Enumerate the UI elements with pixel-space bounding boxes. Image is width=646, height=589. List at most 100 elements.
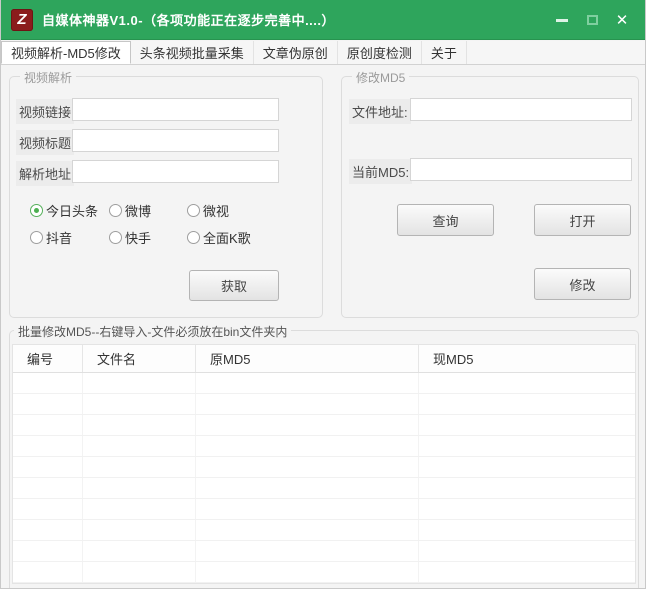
table-cell xyxy=(83,436,196,456)
table-cell xyxy=(419,436,635,456)
video-title-input[interactable] xyxy=(72,129,279,152)
table-cell xyxy=(419,457,635,477)
tab-article-pseudo-original[interactable]: 文章伪原创 xyxy=(254,41,338,64)
get-button[interactable]: 获取 xyxy=(189,270,279,301)
table-cell xyxy=(196,415,419,435)
table-cell xyxy=(83,415,196,435)
app-logo-icon: Z xyxy=(11,8,33,31)
table-cell xyxy=(196,541,419,561)
table-cell xyxy=(13,541,83,561)
table-cell xyxy=(13,436,83,456)
table-cell xyxy=(196,562,419,582)
video-parse-group-title: 视频解析 xyxy=(20,69,77,86)
app-logo-glyph: Z xyxy=(17,11,27,28)
table-cell xyxy=(83,457,196,477)
table-row[interactable] xyxy=(13,562,635,583)
radio-dot-icon xyxy=(30,231,43,244)
md5-table-header: 编号 文件名 原MD5 现MD5 xyxy=(13,345,635,373)
titlebar: Z 自媒体神器V1.0-（各项功能正在逐步完善中....） ✕ xyxy=(1,0,645,40)
table-cell xyxy=(13,415,83,435)
table-cell xyxy=(419,478,635,498)
table-row[interactable] xyxy=(13,436,635,457)
table-cell xyxy=(83,562,196,582)
table-row[interactable] xyxy=(13,373,635,394)
app-window: Z 自媒体神器V1.0-（各项功能正在逐步完善中....） ✕ 视频解析-MD5… xyxy=(0,0,646,589)
radio-weishi-label: 微视 xyxy=(203,204,230,219)
table-cell xyxy=(419,562,635,582)
minimize-button[interactable] xyxy=(547,7,577,33)
table-cell xyxy=(83,499,196,519)
column-header-filename[interactable]: 文件名 xyxy=(83,345,196,372)
video-title-label: 视频标题 xyxy=(16,130,75,155)
table-cell xyxy=(196,520,419,540)
table-cell xyxy=(419,373,635,393)
table-cell xyxy=(196,436,419,456)
md5-table-body[interactable] xyxy=(13,373,635,583)
parse-address-input[interactable] xyxy=(72,160,279,183)
table-cell xyxy=(419,499,635,519)
file-address-label: 文件地址: xyxy=(349,99,411,124)
radio-weibo-label: 微博 xyxy=(125,204,152,219)
table-cell xyxy=(419,520,635,540)
table-cell xyxy=(419,541,635,561)
tab-toutiao-batch-collect[interactable]: 头条视频批量采集 xyxy=(131,41,254,64)
table-cell xyxy=(196,394,419,414)
modify-md5-group-title: 修改MD5 xyxy=(352,69,410,86)
radio-kuaishou-label: 快手 xyxy=(125,231,152,246)
video-link-label: 视频链接 xyxy=(16,99,75,124)
table-cell xyxy=(13,520,83,540)
modify-button[interactable]: 修改 xyxy=(534,268,631,300)
table-cell xyxy=(83,373,196,393)
table-row[interactable] xyxy=(13,499,635,520)
column-header-original-md5[interactable]: 原MD5 xyxy=(196,345,419,372)
column-header-current-md5[interactable]: 现MD5 xyxy=(419,345,635,372)
tab-strip: 视频解析-MD5修改 头条视频批量采集 文章伪原创 原创度检测 关于 xyxy=(1,41,645,65)
table-cell xyxy=(83,520,196,540)
table-cell xyxy=(13,499,83,519)
table-cell xyxy=(196,373,419,393)
radio-dot-icon xyxy=(109,204,122,217)
video-link-input[interactable] xyxy=(72,98,279,121)
table-cell xyxy=(83,478,196,498)
close-button[interactable]: ✕ xyxy=(607,7,637,33)
table-row[interactable] xyxy=(13,541,635,562)
batch-md5-group-title: 批量修改MD5--右键导入-文件必须放在bin文件夹内 xyxy=(14,323,292,340)
batch-md5-groupbox: 批量修改MD5--右键导入-文件必须放在bin文件夹内 编号 文件名 原MD5 … xyxy=(9,323,639,588)
table-cell xyxy=(13,394,83,414)
table-row[interactable] xyxy=(13,520,635,541)
radio-weibo[interactable]: 微博 xyxy=(109,201,151,220)
current-md5-label: 当前MD5: xyxy=(349,159,413,184)
radio-dot-icon xyxy=(30,204,43,217)
radio-toutiao[interactable]: 今日头条 xyxy=(30,201,98,220)
radio-quanmin-kge-label: 全面K歌 xyxy=(203,231,251,246)
table-cell xyxy=(196,499,419,519)
tab-originality-check[interactable]: 原创度检测 xyxy=(338,41,422,64)
file-address-input[interactable] xyxy=(410,98,632,121)
radio-weishi[interactable]: 微视 xyxy=(187,201,229,220)
window-title: 自媒体神器V1.0-（各项功能正在逐步完善中....） xyxy=(42,13,336,28)
table-cell xyxy=(13,562,83,582)
table-cell xyxy=(83,541,196,561)
radio-kuaishou[interactable]: 快手 xyxy=(109,228,151,247)
table-row[interactable] xyxy=(13,478,635,499)
table-row[interactable] xyxy=(13,394,635,415)
tab-video-parse-md5[interactable]: 视频解析-MD5修改 xyxy=(1,41,131,64)
table-cell xyxy=(196,478,419,498)
video-parse-groupbox: 视频解析 视频链接 视频标题 解析地址 今日头条 微博 微视 抖音 快手 全面K… xyxy=(9,69,323,318)
query-button[interactable]: 查询 xyxy=(397,204,494,236)
parse-address-label: 解析地址 xyxy=(16,161,75,186)
tab-about[interactable]: 关于 xyxy=(422,41,467,64)
maximize-button[interactable] xyxy=(577,7,607,33)
column-header-number[interactable]: 编号 xyxy=(13,345,83,372)
open-button[interactable]: 打开 xyxy=(534,204,631,236)
table-row[interactable] xyxy=(13,457,635,478)
md5-table[interactable]: 编号 文件名 原MD5 现MD5 xyxy=(12,344,636,584)
table-row[interactable] xyxy=(13,415,635,436)
current-md5-input[interactable] xyxy=(410,158,632,181)
radio-dot-icon xyxy=(187,231,200,244)
radio-douyin[interactable]: 抖音 xyxy=(30,228,72,247)
table-cell xyxy=(13,373,83,393)
table-cell xyxy=(13,457,83,477)
radio-dot-icon xyxy=(187,204,200,217)
radio-quanmin-kge[interactable]: 全面K歌 xyxy=(187,228,251,247)
